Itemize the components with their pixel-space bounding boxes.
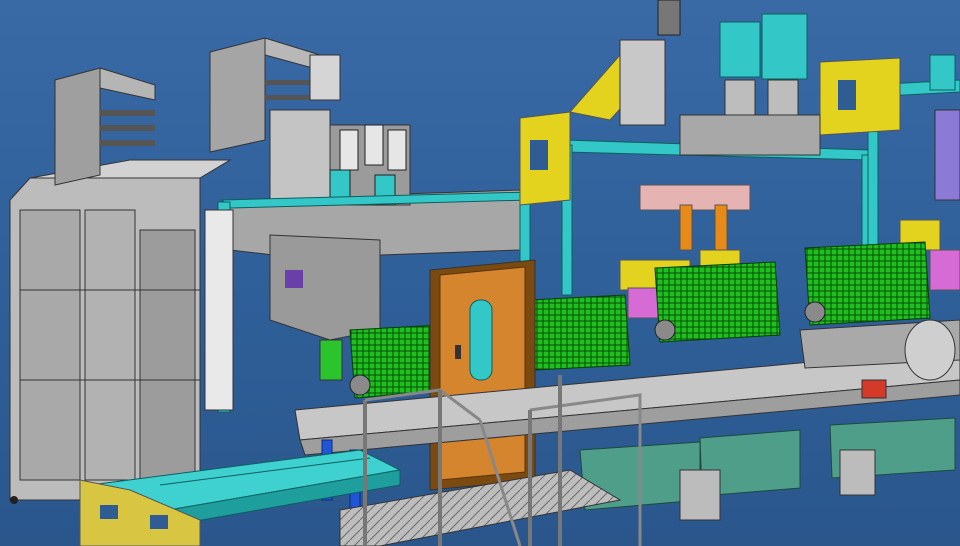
access-door — [429, 259, 536, 491]
door-handle-icon — [455, 345, 461, 359]
door-window-icon — [469, 299, 493, 381]
cad-viewport[interactable] — [0, 0, 960, 546]
robot-heads — [619, 0, 960, 251]
control-box-icon — [285, 270, 303, 288]
cad-model-canvas[interactable] — [0, 0, 960, 546]
left-cabinet — [9, 159, 232, 504]
foot-icon — [10, 496, 18, 504]
